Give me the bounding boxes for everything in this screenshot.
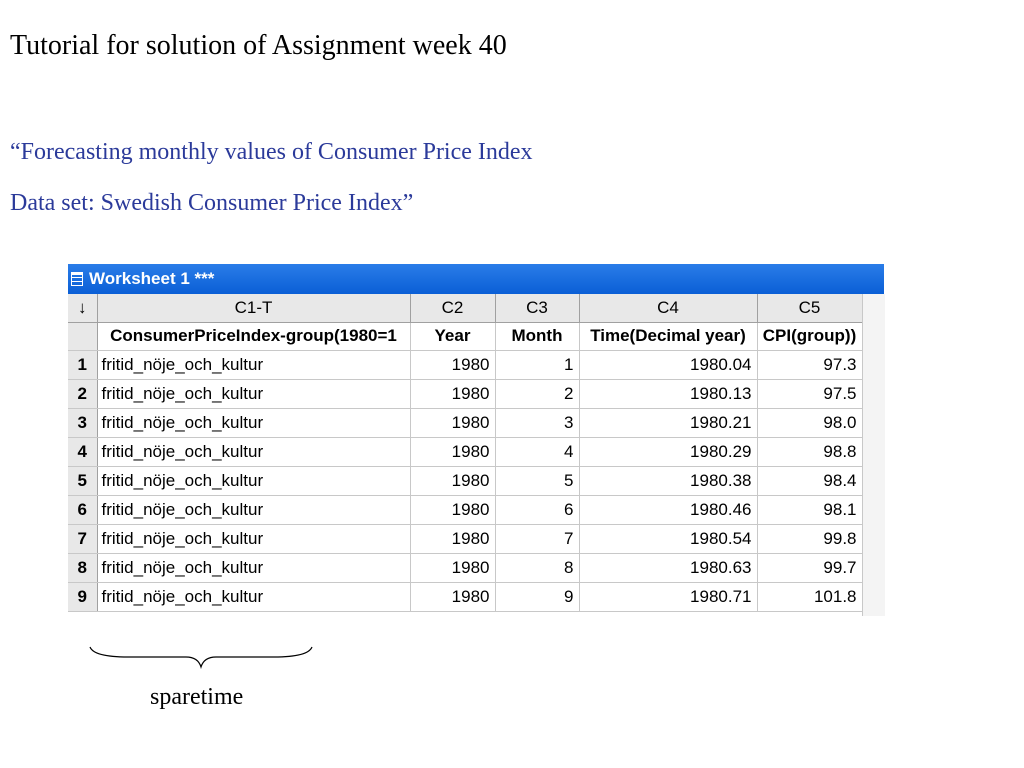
table-row: 8 fritid_nöje_och_kultur 1980 8 1980.63 … xyxy=(68,553,863,583)
cell-group[interactable]: fritid_nöje_och_kultur xyxy=(97,495,411,525)
row-number[interactable]: 2 xyxy=(68,379,98,409)
cell-group[interactable]: fritid_nöje_och_kultur xyxy=(97,437,411,467)
row-number[interactable]: 3 xyxy=(68,408,98,438)
cell-year[interactable]: 1980 xyxy=(410,495,496,525)
cell-group[interactable]: fritid_nöje_och_kultur xyxy=(97,582,411,612)
cell-year[interactable]: 1980 xyxy=(410,437,496,467)
cell-group[interactable]: fritid_nöje_och_kultur xyxy=(97,466,411,496)
cell-month[interactable]: 4 xyxy=(495,437,580,467)
row-number[interactable]: 6 xyxy=(68,495,98,525)
column-name-c4[interactable]: Time(Decimal year) xyxy=(579,322,758,351)
column-id-c5[interactable]: C5 xyxy=(757,294,863,323)
cell-cpi[interactable]: 97.5 xyxy=(757,379,863,409)
cell-year[interactable]: 1980 xyxy=(410,350,496,380)
table-row: 3 fritid_nöje_och_kultur 1980 3 1980.21 … xyxy=(68,408,863,438)
column-id-row: ↓ C1-T C2 C3 C4 C5 xyxy=(68,294,863,323)
cell-cpi[interactable]: 99.7 xyxy=(757,553,863,583)
row-number[interactable]: 4 xyxy=(68,437,98,467)
column-name-c1[interactable]: ConsumerPriceIndex-group(1980=1 xyxy=(97,322,411,351)
column-id-c1[interactable]: C1-T xyxy=(97,294,411,323)
row-number[interactable]: 9 xyxy=(68,582,98,612)
cell-year[interactable]: 1980 xyxy=(410,553,496,583)
column-name-c3[interactable]: Month xyxy=(495,322,580,351)
cell-group[interactable]: fritid_nöje_och_kultur xyxy=(97,350,411,380)
table-row: 9 fritid_nöje_och_kultur 1980 9 1980.71 … xyxy=(68,582,863,612)
table-row: 5 fritid_nöje_och_kultur 1980 5 1980.38 … xyxy=(68,466,863,496)
subtitle-line-2: Data set: Swedish Consumer Price Index” xyxy=(10,190,414,216)
cell-cpi[interactable]: 98.0 xyxy=(757,408,863,438)
column-name-row: ConsumerPriceIndex-group(1980=1 Year Mon… xyxy=(68,322,863,351)
brace-label: sparetime xyxy=(150,684,244,710)
cell-time[interactable]: 1980.04 xyxy=(579,350,758,380)
row-number[interactable]: 5 xyxy=(68,466,98,496)
table-row: 2 fritid_nöje_och_kultur 1980 2 1980.13 … xyxy=(68,379,863,409)
cell-time[interactable]: 1980.46 xyxy=(579,495,758,525)
cell-year[interactable]: 1980 xyxy=(410,379,496,409)
cell-group[interactable]: fritid_nöje_och_kultur xyxy=(97,379,411,409)
worksheet-title: Worksheet 1 *** xyxy=(89,269,215,288)
cell-group[interactable]: fritid_nöje_och_kultur xyxy=(97,553,411,583)
column-name-c5[interactable]: CPI(group)) xyxy=(757,322,863,351)
cell-cpi[interactable]: 98.1 xyxy=(757,495,863,525)
table-row: 7 fritid_nöje_och_kultur 1980 7 1980.54 … xyxy=(68,524,863,554)
column-id-c3[interactable]: C3 xyxy=(495,294,580,323)
cell-month[interactable]: 2 xyxy=(495,379,580,409)
column-id-c2[interactable]: C2 xyxy=(410,294,496,323)
cell-month[interactable]: 5 xyxy=(495,466,580,496)
curly-brace-icon xyxy=(89,646,313,669)
cell-cpi[interactable]: 101.8 xyxy=(757,582,863,612)
row-number[interactable]: 7 xyxy=(68,524,98,554)
cell-group[interactable]: fritid_nöje_och_kultur xyxy=(97,408,411,438)
cell-time[interactable]: 1980.21 xyxy=(579,408,758,438)
slide-title: Tutorial for solution of Assignment week… xyxy=(10,30,507,61)
cell-year[interactable]: 1980 xyxy=(410,408,496,438)
worksheet-icon xyxy=(71,272,83,286)
worksheet-window: Worksheet 1 *** ↓ C1-T C2 C3 C4 C5 Consu… xyxy=(68,264,885,616)
subtitle-line-1: “Forecasting monthly values of Consumer … xyxy=(10,139,533,165)
cell-cpi[interactable]: 98.8 xyxy=(757,437,863,467)
worksheet-titlebar[interactable]: Worksheet 1 *** xyxy=(68,264,884,294)
column-id-c4[interactable]: C4 xyxy=(579,294,758,323)
cell-month[interactable]: 9 xyxy=(495,582,580,612)
column-name-c2[interactable]: Year xyxy=(410,322,496,351)
row-number[interactable]: 1 xyxy=(68,350,98,380)
worksheet-grid: ↓ C1-T C2 C3 C4 C5 ConsumerPriceIndex-gr… xyxy=(68,294,863,612)
cell-time[interactable]: 1980.63 xyxy=(579,553,758,583)
cell-time[interactable]: 1980.54 xyxy=(579,524,758,554)
cell-cpi[interactable]: 97.3 xyxy=(757,350,863,380)
cell-cpi[interactable]: 98.4 xyxy=(757,466,863,496)
worksheet-empty-column-area xyxy=(862,294,885,616)
cell-year[interactable]: 1980 xyxy=(410,524,496,554)
table-row: 6 fritid_nöje_och_kultur 1980 6 1980.46 … xyxy=(68,495,863,525)
data-direction-arrow-icon[interactable]: ↓ xyxy=(68,294,98,323)
cell-month[interactable]: 6 xyxy=(495,495,580,525)
table-row: 4 fritid_nöje_och_kultur 1980 4 1980.29 … xyxy=(68,437,863,467)
cell-year[interactable]: 1980 xyxy=(410,582,496,612)
cell-month[interactable]: 3 xyxy=(495,408,580,438)
cell-time[interactable]: 1980.13 xyxy=(579,379,758,409)
column-name-row-header xyxy=(68,322,98,351)
cell-month[interactable]: 7 xyxy=(495,524,580,554)
cell-time[interactable]: 1980.29 xyxy=(579,437,758,467)
row-number[interactable]: 8 xyxy=(68,553,98,583)
cell-time[interactable]: 1980.71 xyxy=(579,582,758,612)
cell-cpi[interactable]: 99.8 xyxy=(757,524,863,554)
cell-month[interactable]: 1 xyxy=(495,350,580,380)
cell-month[interactable]: 8 xyxy=(495,553,580,583)
cell-time[interactable]: 1980.38 xyxy=(579,466,758,496)
table-row: 1 fritid_nöje_och_kultur 1980 1 1980.04 … xyxy=(68,350,863,380)
cell-year[interactable]: 1980 xyxy=(410,466,496,496)
cell-group[interactable]: fritid_nöje_och_kultur xyxy=(97,524,411,554)
